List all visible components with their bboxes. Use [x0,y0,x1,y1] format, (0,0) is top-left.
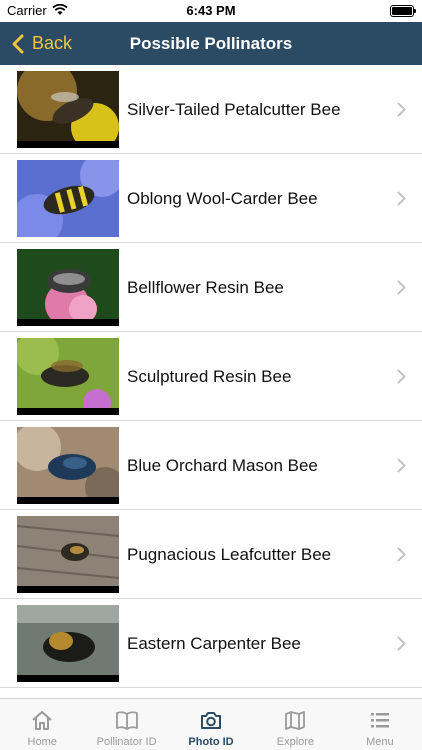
tab-photo-id[interactable]: Photo ID [169,699,253,750]
bee-photo [17,249,119,326]
status-bar: Carrier 6:43 PM [0,0,422,22]
bee-photo [17,427,119,504]
chevron-right-icon [397,280,406,295]
bee-photo [17,338,119,415]
bee-photo [17,71,119,148]
pollinator-list[interactable]: Silver-Tailed Petalcutter Bee Oblong Woo… [0,65,422,698]
tab-label: Home [27,736,57,748]
chevron-right-icon [397,102,406,117]
pollinator-name: Pugnacious Leafcutter Bee [127,545,332,564]
pollinator-name: Oblong Wool-Carder Bee [127,189,318,208]
pollinator-name: Blue Orchard Mason Bee [127,456,318,475]
list-item[interactable]: Sculptured Resin Bee [0,332,422,421]
pollinator-name: Silver-Tailed Petalcutter Bee [127,100,341,119]
battery-icon [390,5,416,17]
map-icon [285,711,306,730]
home-icon [32,711,52,730]
tab-label: Explore [276,736,315,748]
list-item[interactable]: Blue Orchard Mason Bee [0,421,422,510]
tab-label: Menu [366,736,394,748]
tab-label: Pollinator ID [96,736,157,748]
list-item[interactable]: Bellflower Resin Bee [0,243,422,332]
camera-icon [201,712,222,729]
tab-bar: Home Pollinator ID Photo ID Explore Menu [0,698,422,750]
book-icon [115,711,138,730]
chevron-right-icon [397,458,406,473]
list-item[interactable]: Silver-Tailed Petalcutter Bee [0,65,422,154]
navigation-bar: Back Possible Pollinators [0,22,422,65]
list-item[interactable]: Eastern Carpenter Bee [0,599,422,688]
chevron-left-icon [12,34,24,53]
bee-photo [17,605,119,682]
pollinator-name: Sculptured Resin Bee [127,367,292,386]
back-button[interactable]: Back [10,22,72,65]
chevron-right-icon [397,369,406,384]
chevron-right-icon [397,636,406,651]
bee-photo [17,516,119,593]
pollinator-name: Eastern Carpenter Bee [127,634,301,653]
tab-menu[interactable]: Menu [338,699,422,750]
chevron-right-icon [397,191,406,206]
back-label: Back [32,33,73,53]
tab-explore[interactable]: Explore [253,699,337,750]
chevron-right-icon [397,547,406,562]
tab-label: Photo ID [188,736,234,748]
list-item[interactable]: Oblong Wool-Carder Bee [0,154,422,243]
tab-home[interactable]: Home [0,699,84,750]
list-item[interactable]: Pugnacious Leafcutter Bee [0,510,422,599]
menu-icon [370,713,389,728]
clock: 6:43 PM [186,3,236,18]
bee-photo [17,160,119,237]
tab-pollinator-id[interactable]: Pollinator ID [84,699,168,750]
pollinator-name: Bellflower Resin Bee [127,278,284,297]
